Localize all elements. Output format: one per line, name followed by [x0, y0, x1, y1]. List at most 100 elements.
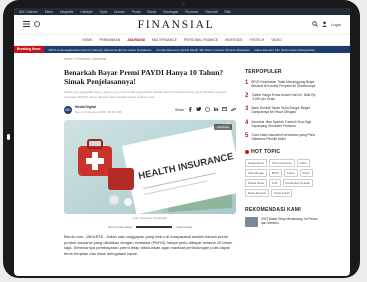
topbar-link[interactable]: Dumbo: [114, 10, 125, 14]
author-info: MD Media Digital Senin, 14 Agustus 2023 …: [64, 105, 121, 114]
popular-item[interactable]: 3 Bank Sentral Tahan Suku Bunga, Begini …: [245, 106, 323, 114]
nav-item-home[interactable]: Home: [82, 38, 92, 42]
tablet-frame: IDX Channel Ekbis Infografis Lifestyle O…: [3, 0, 360, 278]
article-main: Home » Premium » Asuransi Benarkah Bayar…: [64, 57, 236, 256]
screen: IDX Channel Ekbis Infografis Lifestyle O…: [14, 8, 350, 276]
nav-item-multifinance[interactable]: Multifinance: [152, 38, 177, 42]
ad-right-label[interactable]: Lanjut baca: [176, 225, 192, 229]
tag-chip[interactable]: Pinjol: [299, 168, 313, 177]
nav-item-personal-finance[interactable]: Personal Finance: [184, 38, 218, 42]
topbar-link[interactable]: IDX Channel: [19, 10, 38, 14]
article-body: Bisnis.com, JAKARTA - Salah satu anggapa…: [64, 234, 233, 256]
email-icon[interactable]: [222, 107, 227, 112]
sidebar: TERPOPULER 1 BPJS Kesehatan Tidak Menang…: [245, 69, 323, 227]
popular-title: TERPOPULER: [245, 69, 282, 75]
topbar-link[interactable]: Keuangan: [163, 10, 178, 14]
nav-item-video[interactable]: Video: [271, 38, 282, 42]
topbar-link[interactable]: Portal: [132, 10, 141, 14]
site-header: FINANSIAL Login: [14, 15, 350, 35]
ad-scroll-bar: Scroll untuk lanjut Lanjut baca: [64, 225, 236, 229]
topbar-link[interactable]: Ekbis: [45, 10, 53, 14]
breaking-news-item[interactable]: BPJS Ketenagakerjaan Kantor Cabang Jakar…: [49, 48, 152, 52]
topbar-link[interactable]: Infografis: [60, 10, 74, 14]
popular-headline[interactable]: BPJS Kesehatan Tidak Menanggung Biaya Be…: [251, 80, 323, 88]
topbar-link[interactable]: Opini: [99, 10, 107, 14]
hot-topic-dot-icon: [245, 149, 249, 154]
ad-left-label: Scroll untuk lanjut: [107, 225, 133, 229]
nav-item-investasi[interactable]: Investasi: [225, 38, 242, 42]
hot-topic-header: HOT TOPIC: [245, 149, 323, 155]
recommendation-headline[interactable]: 2023 Bakal Tetap Menantang, Ini Pesan da…: [261, 217, 323, 227]
image-caption: Foto: Asuransi Kesehatan: [132, 216, 168, 220]
topbar-link[interactable]: Bisnis: [147, 10, 156, 14]
nav-item-asuransi[interactable]: Asuransi: [127, 38, 145, 42]
popular-item[interactable]: 1 BPJS Kesehatan Tidak Menanggung Biaya …: [245, 80, 323, 88]
popular-rank: 5: [245, 132, 249, 139]
tag-chip[interactable]: IHSG: [296, 158, 310, 167]
publish-date: Senin, 14 Agustus 2023 | 08:30 WIB: [75, 110, 122, 114]
popular-item[interactable]: 4 Asuransi Jiwa Syariah Tumbuh Dua Digit…: [245, 120, 323, 128]
hot-topic-tags: Harga Emas Premi Asuransi IHSG Suku Bung…: [245, 158, 323, 197]
popular-headline[interactable]: Cara Klaim Asuransi Kendaraan yang Perlu…: [252, 133, 323, 141]
search-icon[interactable]: [312, 21, 319, 28]
breaking-news-item[interactable]: Dana Pensiun Kini Jadi Incaran Masyaraka…: [255, 48, 315, 52]
tag-chip[interactable]: Kripto: [284, 168, 298, 177]
popular-item[interactable]: 2 Daftar Harga Emas Antam Hari Ini, Naik…: [245, 93, 323, 101]
author-row: MD Media Digital Senin, 14 Agustus 2023 …: [64, 105, 236, 114]
enlarge-badge[interactable]: Perbesar: [213, 124, 232, 130]
breaking-news-label: Breaking News: [14, 46, 44, 53]
recommendation-title: REKOMENDASI KAMI: [245, 206, 301, 213]
user-icon[interactable]: [322, 21, 327, 28]
breaking-news-bar: Breaking News BPJS Ketenagakerjaan Kanto…: [14, 46, 350, 53]
nav-item-perbankan[interactable]: Perbankan: [99, 38, 120, 42]
tag-chip[interactable]: Perbankan Syariah: [282, 178, 314, 187]
breadcrumb[interactable]: Home » Premium » Asuransi: [64, 57, 236, 61]
author-name[interactable]: Media Digital: [75, 105, 121, 109]
popular-headline[interactable]: Bank Sentral Tahan Suku Bunga, Begini Da…: [251, 106, 323, 114]
camera-dot: [182, 3, 185, 6]
tag-chip[interactable]: Kartu Kredit: [271, 188, 293, 197]
tag-chip[interactable]: Suku Bunga: [245, 168, 267, 177]
ad-scroll-track[interactable]: [136, 226, 173, 228]
popular-item[interactable]: 5 Cara Klaim Asuransi Kendaraan yang Per…: [245, 133, 323, 141]
popular-headline[interactable]: Asuransi Jiwa Syariah Tumbuh Dua Digit S…: [251, 120, 323, 128]
linkedin-icon[interactable]: [214, 107, 218, 112]
avatar[interactable]: MD: [64, 105, 72, 114]
twitter-icon[interactable]: [196, 107, 202, 112]
article-title: Benarkah Bayar Premi PAYDI Hanya 10 Tahu…: [64, 68, 224, 86]
whatsapp-icon[interactable]: [205, 106, 210, 113]
popular-rank: 1: [245, 80, 249, 86]
topbar-link[interactable]: Rilis: [225, 10, 231, 14]
popular-rank: 3: [245, 106, 249, 113]
login-link[interactable]: Login: [331, 22, 341, 27]
breaking-news-item[interactable]: Kondisi Ekonomi Global Masih Tak Pasti, …: [156, 48, 249, 52]
tag-chip[interactable]: BPJS: [268, 168, 282, 177]
hot-topic-title: HOT TOPIC: [251, 148, 281, 155]
tag-chip[interactable]: OJK: [268, 178, 281, 187]
recommendation-item[interactable]: 2023 Bakal Tetap Menantang, Ini Pesan da…: [245, 216, 323, 227]
facebook-icon[interactable]: [188, 106, 192, 113]
topbar-link[interactable]: Lifestyle: [80, 10, 92, 14]
tag-chip[interactable]: Dana Pensiun: [245, 188, 270, 197]
popular-headline[interactable]: Daftar Harga Emas Antam Hari Ini, Naik R…: [252, 93, 323, 101]
tag-chip[interactable]: Reksa Dana: [245, 178, 267, 187]
link-icon[interactable]: [231, 107, 236, 113]
popular-rank: 4: [245, 119, 249, 126]
share-label: Share: [174, 107, 184, 112]
article-hero-image[interactable]: HEALTH INSURANCE Perbesar: [64, 120, 236, 214]
article-excerpt: Salah satu anggapan keliru yang sering m…: [64, 90, 227, 99]
brand-mark-icon: [34, 20, 40, 29]
recommendation-thumbnail[interactable]: [245, 216, 258, 227]
topbar-link[interactable]: Otomotif: [205, 10, 217, 14]
tag-chip[interactable]: Harga Emas: [245, 158, 268, 167]
menu-icon[interactable]: [23, 20, 30, 29]
popular-rank: 2: [245, 93, 249, 100]
nav-item-fintech[interactable]: Fintech: [250, 38, 265, 42]
topbar-link[interactable]: Ekonomi: [185, 10, 198, 14]
tag-chip[interactable]: Premi Asuransi: [269, 158, 295, 167]
share-bar: Share: [174, 106, 236, 113]
main-nav: Home Perbankan Asuransi Multifinance Per…: [14, 35, 350, 46]
home-button: [7, 134, 10, 140]
recommendation-section: REKOMENDASI KAMI 2023 Bakal Tetap Menant…: [245, 207, 323, 227]
site-logo[interactable]: FINANSIAL: [138, 19, 215, 31]
